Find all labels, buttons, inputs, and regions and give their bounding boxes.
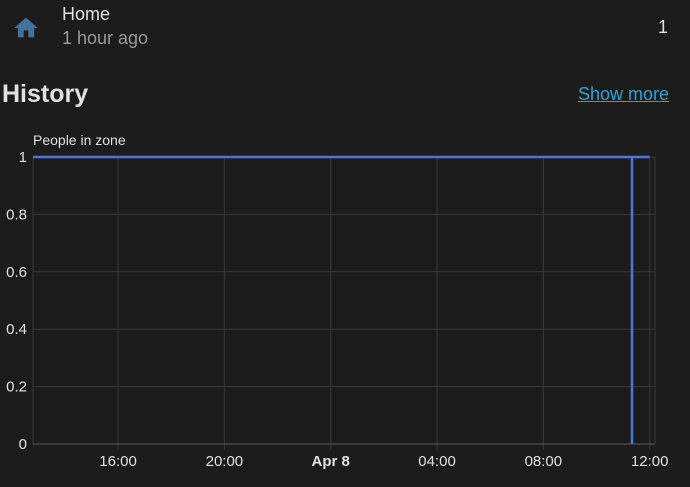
x-tick-label: 12:00 bbox=[631, 453, 669, 470]
y-tick-label: 0 bbox=[19, 436, 27, 453]
x-tick-label: 08:00 bbox=[525, 453, 563, 470]
x-tick-label: 04:00 bbox=[418, 453, 456, 470]
x-tick-label: Apr 8 bbox=[312, 453, 350, 470]
y-tick-label: 1 bbox=[19, 149, 27, 166]
series-label: People in zone bbox=[33, 132, 126, 148]
entity-last-changed: 1 hour ago bbox=[62, 28, 149, 48]
show-more-link[interactable]: Show more bbox=[578, 84, 669, 105]
y-tick-label: 0.4 bbox=[6, 321, 27, 338]
y-tick-label: 0.6 bbox=[6, 264, 27, 281]
x-tick-label: 16:00 bbox=[99, 453, 137, 470]
entity-row[interactable]: Home 1 hour ago 1 bbox=[0, 0, 690, 56]
history-chart: 0 0.2 0.4 0.6 0.8 1 16:00 20:00 Apr 8 04:00 08:00 1… bbox=[6, 132, 669, 470]
history-card: Home 1 hour ago 1 History Show more 0 0.2… bbox=[0, 0, 690, 487]
history-title: History bbox=[2, 80, 89, 108]
y-tick-label: 0.8 bbox=[6, 206, 27, 223]
entity-state: 1 bbox=[657, 17, 668, 37]
x-tick-label: 20:00 bbox=[206, 453, 244, 470]
y-tick-label: 0.2 bbox=[6, 379, 27, 396]
entity-name: Home bbox=[62, 4, 111, 24]
series-line bbox=[33, 155, 650, 444]
home-icon bbox=[14, 17, 38, 38]
